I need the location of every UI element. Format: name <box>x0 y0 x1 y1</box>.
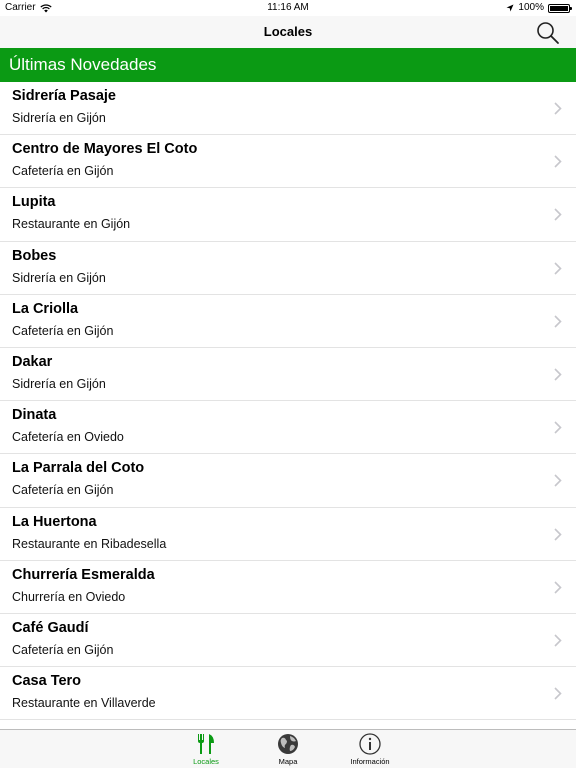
chevron-right-icon <box>554 102 562 115</box>
tab-label-mapa: Mapa <box>278 757 298 766</box>
section-header: Últimas Novedades <box>0 48 576 82</box>
place-subtitle: Restaurante en Ribadesella <box>12 536 167 551</box>
place-subtitle: Sidrería en Gijón <box>12 376 106 391</box>
place-name: Dakar <box>12 353 53 370</box>
place-name: Sidrería Pasaje <box>12 88 116 104</box>
chevron-right-icon <box>554 687 562 700</box>
chevron-right-icon <box>554 155 562 168</box>
chevron-right-icon <box>554 474 562 487</box>
tab-label-informacion: Información <box>350 757 390 766</box>
place-subtitle: Restaurante en Gijón <box>12 217 131 232</box>
battery-percent: 100% <box>518 2 544 13</box>
chevron-right-icon <box>554 421 562 434</box>
places-list[interactable]: Sidrería Pasaje Sidrería en Gijón Centro d… <box>0 82 576 729</box>
place-name: La Criolla <box>12 300 79 317</box>
place-subtitle: Cafetería en Gijón <box>12 483 114 498</box>
location-arrow-icon <box>506 4 514 12</box>
list-item[interactable]: Centro de Mayores El Coto Cafetería en Gi… <box>0 135 576 189</box>
battery-icon <box>548 3 572 13</box>
tab-informacion[interactable]: Información <box>340 732 400 768</box>
tab-mapa[interactable]: Mapa <box>258 732 318 768</box>
place-subtitle: Cafetería en Oviedo <box>12 430 124 445</box>
list-item[interactable]: Dinata Cafetería en Oviedo <box>0 401 576 455</box>
nav-bar: Locales <box>0 16 576 48</box>
place-subtitle: Restaurante en Villaverde <box>12 696 156 711</box>
place-subtitle: Sidrería en Gijón <box>12 270 106 285</box>
place-name: Café Gaudí <box>12 619 89 636</box>
app-screen: Carrier 11:16 AM 100% Locales Últimas No… <box>0 0 576 768</box>
place-subtitle: Cafetería en Gijón <box>12 164 114 179</box>
list-item[interactable]: Café Gaudí Cafetería en Gijón <box>0 614 576 668</box>
tab-bar: Locales Mapa Información <box>0 729 576 768</box>
list-item[interactable]: Bobes Sidrería en Gijón <box>0 242 576 295</box>
tab-label-locales: Locales <box>193 757 219 766</box>
search-icon <box>537 22 559 44</box>
page-title: Locales <box>263 24 313 39</box>
tab-locales[interactable]: Locales <box>176 732 236 768</box>
place-subtitle: Cafetería en Gijón <box>12 642 114 657</box>
list-item[interactable]: Dakar Sidrería en Gijón <box>0 348 576 402</box>
chevron-right-icon <box>554 261 562 275</box>
list-item[interactable]: Churrería Esmeralda Churrería en Oviedo <box>0 561 576 614</box>
chevron-right-icon <box>554 315 562 328</box>
list-item[interactable]: La Criolla Cafetería en Gijón <box>0 295 576 348</box>
chevron-right-icon <box>554 634 562 647</box>
fork-knife-icon <box>198 734 214 754</box>
place-subtitle: Cafetería en Gijón <box>12 323 114 338</box>
chevron-right-icon <box>554 527 562 541</box>
place-name: Churrería Esmeralda <box>12 566 155 583</box>
list-item[interactable]: La Huertona Restaurante en Ribadesella <box>0 508 576 561</box>
place-name: Bobes <box>12 247 57 264</box>
search-button[interactable] <box>536 21 560 45</box>
place-name: Casa Tero <box>12 673 82 690</box>
list-item[interactable]: Casa Tero Restaurante en Villaverde <box>0 667 576 721</box>
list-item[interactable]: La Parrala del Coto Cafetería en Gijón <box>0 454 576 508</box>
info-icon <box>359 733 381 755</box>
list-item[interactable]: Lupita Restaurante en Gijón <box>0 188 576 242</box>
place-subtitle: Churrería en Oviedo <box>12 589 126 604</box>
place-name: La Parrala del Coto <box>12 460 145 477</box>
place-subtitle: Sidrería en Gijón <box>12 111 106 125</box>
place-name: Dinata <box>12 407 57 424</box>
chevron-right-icon <box>554 368 562 381</box>
globe-icon <box>278 734 298 754</box>
place-name: Lupita <box>12 194 56 211</box>
status-right: 100% <box>506 0 572 16</box>
status-bar: Carrier 11:16 AM 100% <box>0 0 576 16</box>
chevron-right-icon <box>554 581 562 594</box>
battery-fill <box>550 5 568 11</box>
chevron-right-icon <box>554 208 562 221</box>
place-name: La Huertona <box>12 513 97 530</box>
list-item[interactable]: Sidrería Pasaje Sidrería en Gijón <box>0 82 576 136</box>
status-time: 11:16 AM <box>267 2 309 13</box>
place-name: Centro de Mayores El Coto <box>12 141 198 158</box>
